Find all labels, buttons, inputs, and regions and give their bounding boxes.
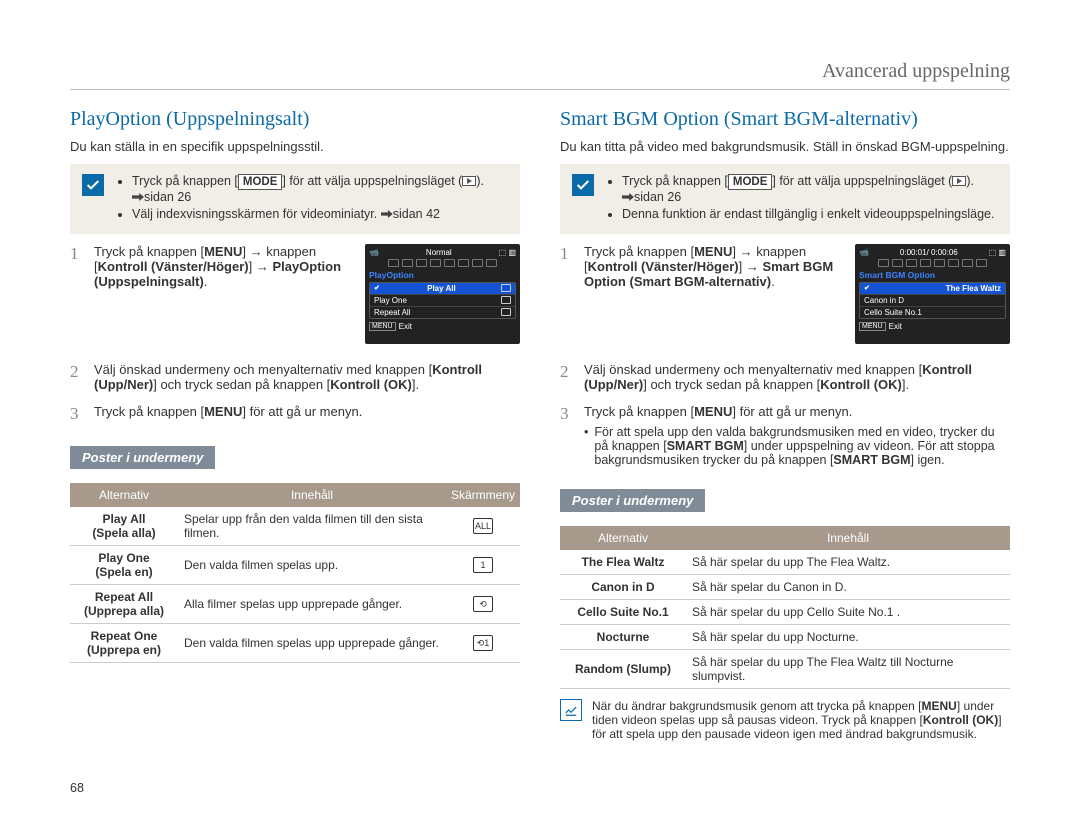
- note-icon: [560, 699, 582, 721]
- playoption-intro: Du kan ställa in en specifik uppspelning…: [70, 139, 520, 154]
- table-header: Innehåll: [686, 526, 1010, 550]
- submenu-heading-left: Poster i undermeny: [70, 446, 215, 469]
- table-header: Skärmmeny: [446, 483, 520, 507]
- camera-title: PlayOption: [369, 270, 516, 280]
- step-item: 📹 0:00:01/ 0:00:06 ⬚ ▥ Smart BGM Option …: [560, 244, 1010, 350]
- steps-list-right: 📹 0:00:01/ 0:00:06 ⬚ ▥ Smart BGM Option …: [560, 244, 1010, 467]
- check-icon: [572, 174, 594, 196]
- step-substep: För att spela upp den valda bakgrundsmus…: [584, 425, 1010, 467]
- right-column: Smart BGM Option (Smart BGM-alternativ) …: [560, 108, 1010, 741]
- step-item: 📹 Normal ⬚ ▥ PlayOption Play All Play On…: [70, 244, 520, 350]
- step-item: Tryck på knappen [MENU] för att gå ur me…: [70, 404, 520, 424]
- camera-mockup-left: 📹 Normal ⬚ ▥ PlayOption Play All Play On…: [365, 244, 520, 344]
- ref-arrow-icon: [622, 193, 634, 201]
- table-header: Innehåll: [178, 483, 446, 507]
- mode-key: MODE: [728, 174, 773, 190]
- page-number: 68: [70, 781, 84, 795]
- camera-menu-item: Play All: [370, 283, 515, 295]
- table-row: Nocturne Så här spelar du upp Nocturne.: [560, 625, 1010, 650]
- table-header: Alternativ: [560, 526, 686, 550]
- repeat-one-icon: ⟲1: [473, 635, 493, 651]
- note-box: När du ändrar bakgrundsmusik genom att t…: [560, 699, 1010, 741]
- camera-menu-item: Play One: [370, 295, 515, 307]
- table-row: The Flea Waltz Så här spelar du upp The …: [560, 550, 1010, 575]
- ref-arrow-icon: [132, 193, 144, 201]
- precheck-item: Denna funktion är endast tillgänglig i e…: [622, 207, 994, 221]
- step-text: Tryck på knappen [MENU] → knappen [Kontr…: [94, 244, 341, 289]
- table-row: Repeat One(Upprepa en) Den valda filmen …: [70, 624, 520, 663]
- smartbgm-heading: Smart BGM Option (Smart BGM-alternativ): [560, 108, 1010, 131]
- playback-mode-icon: [462, 176, 476, 186]
- playback-mode-icon: [952, 176, 966, 186]
- precheck-box-left: Tryck på knappen [MODE] för att välja up…: [70, 164, 520, 234]
- repeat-all-icon: ⟲: [473, 596, 493, 612]
- step-item: Välj önskad undermeny och menyalternativ…: [70, 362, 520, 392]
- precheck-box-right: Tryck på knappen [MODE] för att välja up…: [560, 164, 1010, 234]
- precheck-item: Välj indexvisningsskärmen för videominia…: [132, 207, 484, 221]
- table-row: Cello Suite No.1 Så här spelar du upp Ce…: [560, 600, 1010, 625]
- steps-list-left: 📹 Normal ⬚ ▥ PlayOption Play All Play On…: [70, 244, 520, 424]
- precheck-item: Tryck på knappen [MODE] för att välja up…: [622, 174, 994, 204]
- precheck-item: Tryck på knappen [MODE] för att välja up…: [132, 174, 484, 204]
- play-all-icon: ALL: [473, 518, 493, 534]
- left-column: PlayOption (Uppspelningsalt) Du kan stäl…: [70, 108, 520, 741]
- mode-key: MODE: [238, 174, 283, 190]
- page-header: Avancerad uppspelning: [70, 60, 1010, 90]
- ref-arrow-icon: [381, 210, 393, 218]
- precheck-list-left: Tryck på knappen [MODE] för att välja up…: [116, 174, 484, 224]
- camera-menu-item: Canon in D: [860, 295, 1005, 307]
- precheck-list-right: Tryck på knappen [MODE] för att välja up…: [606, 174, 994, 224]
- table-row: Repeat All(Upprepa alla) Alla filmer spe…: [70, 585, 520, 624]
- table-row: Play All(Spela alla) Spelar upp från den…: [70, 507, 520, 546]
- table-row: Random (Slump) Så här spelar du upp The …: [560, 650, 1010, 689]
- step-item: Välj önskad undermeny och menyalternativ…: [560, 362, 1010, 392]
- options-table-left: Alternativ Innehåll Skärmmeny Play All(S…: [70, 483, 520, 663]
- camera-menu-item: Repeat All: [370, 307, 515, 318]
- submenu-heading-right: Poster i undermeny: [560, 489, 705, 512]
- step-item: Tryck på knappen [MENU] för att gå ur me…: [560, 404, 1010, 467]
- step-text: Tryck på knappen [MENU] → knappen [Kontr…: [584, 244, 833, 289]
- table-row: Canon in D Så här spelar du Canon in D.: [560, 575, 1010, 600]
- camera-menu-item: Cello Suite No.1: [860, 307, 1005, 318]
- camera-title: Smart BGM Option: [859, 270, 1006, 280]
- table-header: Alternativ: [70, 483, 178, 507]
- smartbgm-intro: Du kan titta på video med bakgrundsmusik…: [560, 139, 1010, 154]
- camera-mockup-right: 📹 0:00:01/ 0:00:06 ⬚ ▥ Smart BGM Option …: [855, 244, 1010, 344]
- check-icon: [82, 174, 104, 196]
- table-row: Play One(Spela en) Den valda filmen spel…: [70, 546, 520, 585]
- camera-menu-item: The Flea Waltz: [860, 283, 1005, 295]
- playoption-heading: PlayOption (Uppspelningsalt): [70, 108, 520, 131]
- options-table-right: Alternativ Innehåll The Flea Waltz Så hä…: [560, 526, 1010, 689]
- play-one-icon: 1: [473, 557, 493, 573]
